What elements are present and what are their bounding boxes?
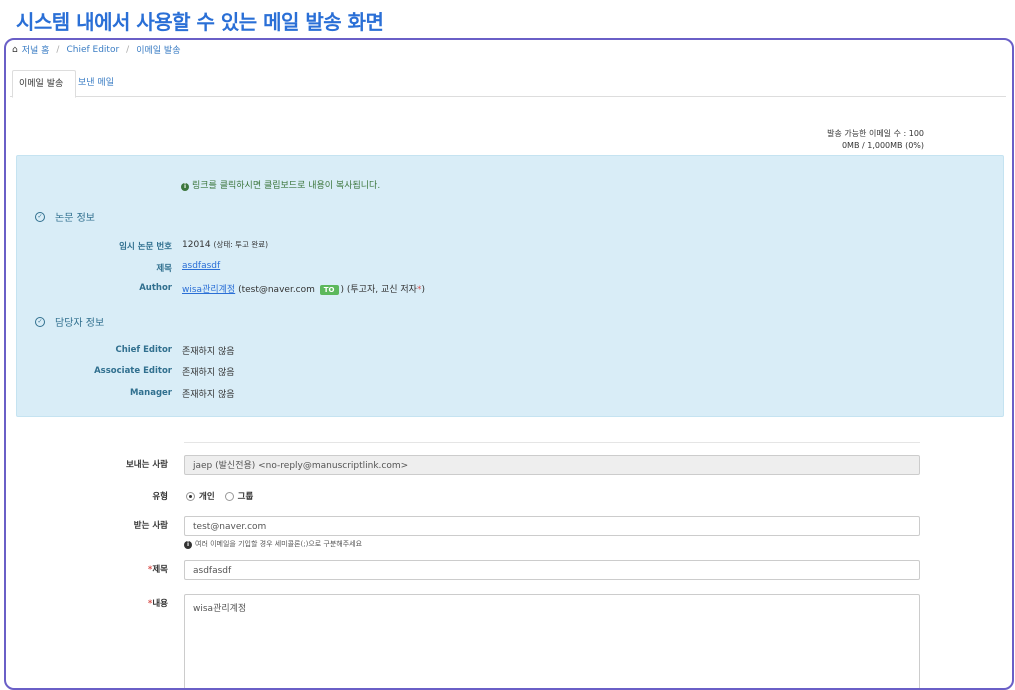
breadcrumb-email-send[interactable]: 이메일 발송 (136, 43, 180, 56)
type-individual-label[interactable]: 개인 (199, 490, 215, 502)
temp-no-value: 12014 (상태: 투고 완료) (182, 240, 269, 250)
type-individual-radio[interactable] (186, 491, 195, 501)
associate-editor-value: 존재하지 않음 (182, 368, 235, 378)
title-label: 제목 (156, 264, 172, 274)
breadcrumb-separator: / (126, 44, 130, 55)
type-label: 유형 (152, 492, 168, 502)
recipient-help: i 여러 이메일을 기입할 경우 세미콜론(;)으로 구분해주세요 (184, 539, 362, 549)
body-label: *내용 (147, 599, 168, 609)
manager-value: 존재하지 않음 (182, 390, 235, 400)
subject-input[interactable]: asdfasdf (184, 560, 920, 580)
temp-no-label: 임시 논문 번호 (119, 242, 172, 252)
quota-storage: 0MB / 1,000MB (0%) (841, 141, 924, 150)
breadcrumb-chief-editor[interactable]: Chief Editor (66, 45, 119, 55)
author-label: Author (139, 283, 172, 293)
to-badge[interactable]: TO (319, 285, 339, 295)
type-group-radio[interactable] (224, 491, 234, 501)
manager-section-title: ✓ 담당자 정보 (35, 314, 104, 329)
author-value: wisa관리계정 (test@naver.com TO) (투고자, 교신 저자… (182, 285, 425, 295)
associate-editor-label: Associate Editor (94, 366, 172, 376)
breadcrumb: ⌂ 저널 홈 / Chief Editor / 이메일 발송 (12, 43, 180, 57)
author-link[interactable]: wisa관리계정 (182, 285, 235, 295)
tab-sent-mail[interactable]: 보낸 메일 (72, 70, 120, 96)
breadcrumb-separator: / (56, 44, 60, 55)
paper-section-title: ✓ 논문 정보 (35, 209, 95, 224)
recipient-input[interactable]: test@naver.com (184, 516, 920, 536)
body-textarea[interactable]: wisa관리계정 (184, 594, 920, 688)
tab-bar: 이메일 발송 보낸 메일 (10, 70, 1006, 98)
subject-label: *제목 (147, 565, 168, 575)
type-group-label[interactable]: 그룹 (238, 490, 254, 502)
clipboard-notice: i 링크를 클릭하시면 클립보드로 내용이 복사됩니다. (181, 178, 380, 191)
type-radio-group: 개인 그룹 (186, 490, 253, 502)
form-divider (184, 442, 920, 443)
page-caption: 시스템 내에서 사용할 수 있는 메일 발송 화면 (16, 10, 384, 34)
chief-editor-value: 존재하지 않음 (182, 347, 235, 357)
home-icon[interactable]: ⌂ (12, 45, 18, 55)
sender-label: 보내는 사람 (125, 460, 168, 470)
manager-label: Manager (129, 388, 172, 398)
sender-field[interactable]: jaep (발신전용) <no-reply@manuscriptlink.com… (184, 455, 920, 475)
paper-title-link[interactable]: asdfasdf (182, 261, 220, 271)
chief-editor-label: Chief Editor (115, 345, 172, 355)
breadcrumb-home[interactable]: 저널 홈 (22, 43, 50, 56)
info-icon: i (184, 541, 192, 549)
email-window: ⌂ 저널 홈 / Chief Editor / 이메일 발송 이메일 발송 보낸… (4, 38, 1014, 690)
tab-email-send[interactable]: 이메일 발송 (12, 70, 76, 98)
recipient-label: 받는 사람 (133, 521, 168, 531)
quota-count: 발송 가능한 이메일 수 : 100 (827, 129, 924, 138)
info-panel: i 링크를 클릭하시면 클립보드로 내용이 복사됩니다. ✓ 논문 정보 임시 논… (16, 155, 1004, 417)
info-icon: i (181, 183, 189, 191)
check-circle-icon: ✓ (35, 211, 45, 222)
check-circle-icon: ✓ (35, 316, 45, 327)
